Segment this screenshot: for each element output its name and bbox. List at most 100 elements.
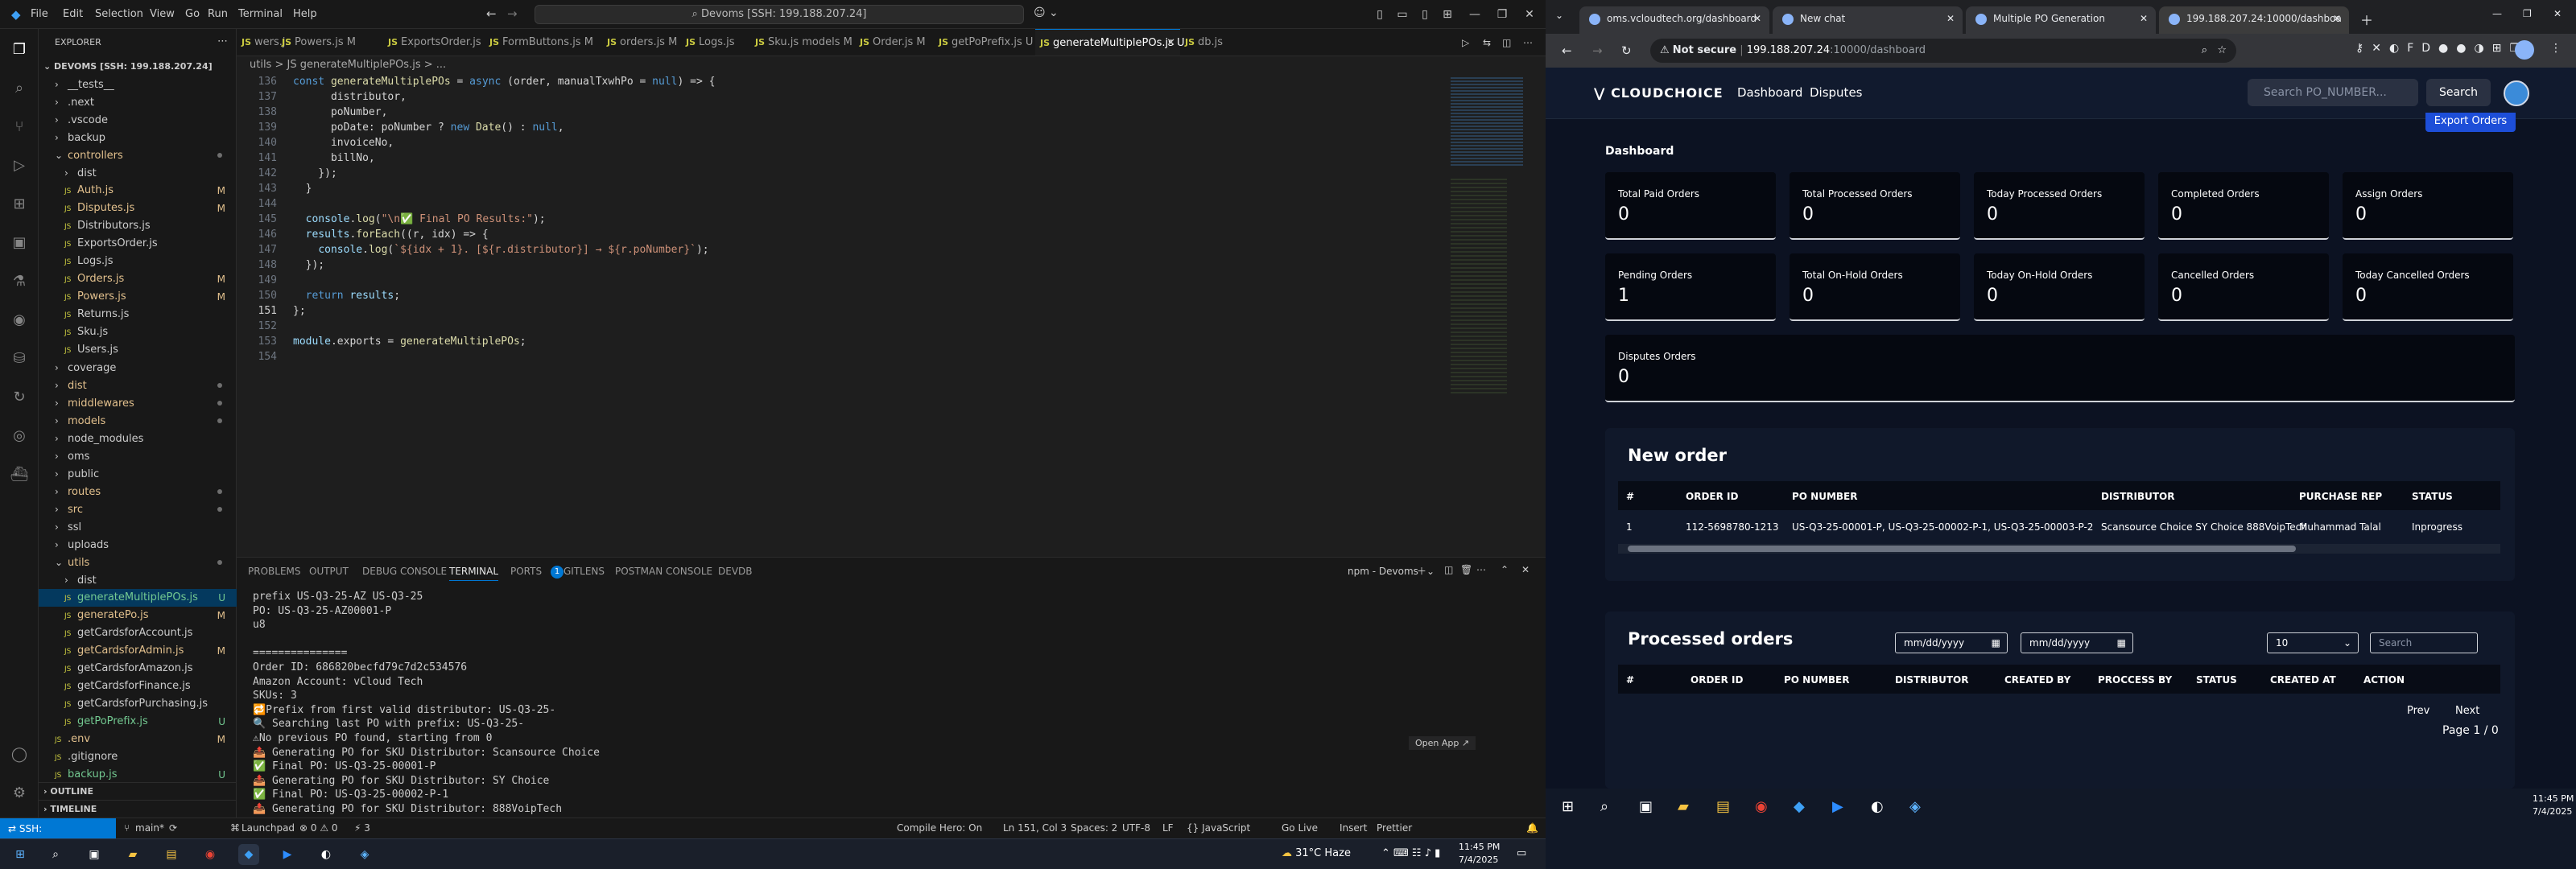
postman-icon[interactable]: ◎	[10, 426, 29, 446]
live-share-icon[interactable]: ↻	[10, 388, 29, 407]
editor-tab[interactable]: JS db.js	[1180, 29, 1232, 56]
tree-file[interactable]: JS generatePo.js M	[39, 607, 237, 624]
tree-folder[interactable]: › __tests__	[39, 76, 237, 93]
panel-tab-terminal[interactable]: TERMINAL	[449, 566, 499, 581]
editor-tab[interactable]: JS orders.js M	[602, 29, 681, 56]
branch-icon[interactable]: ⑂	[124, 822, 130, 834]
tree-file[interactable]: JS Sku.js	[39, 323, 237, 341]
tree-file[interactable]: JS Powers.js M	[39, 288, 237, 306]
editor-tab[interactable]: JS Order.js M	[855, 29, 934, 56]
menu-go[interactable]: Go	[185, 8, 200, 20]
address-bar[interactable]: ⚠ Not secure | 199.188.207.24:10000/dash…	[1650, 39, 2236, 63]
browser-tab[interactable]: 199.188.207.24:10000/dashboa ✕	[2159, 6, 2349, 34]
zoom-icon[interactable]: ▶	[1832, 798, 1843, 815]
editor-tab[interactable]: JS generateMultiplePOs.js U ✕	[1035, 29, 1185, 56]
horizontal-scrollbar[interactable]	[1618, 544, 2500, 554]
remote-explorer-icon[interactable]: ▣	[10, 233, 29, 253]
menu-dots-icon[interactable]: ⋮	[2550, 42, 2562, 55]
remote-indicator[interactable]: ⇄ SSH: 199.188.207.24	[0, 818, 116, 855]
menu-edit[interactable]: Edit	[63, 8, 83, 20]
gitlens-icon[interactable]: ◉	[10, 311, 29, 330]
store-icon[interactable]: ▤	[161, 844, 182, 865]
tree-folder[interactable]: › middlewares	[39, 394, 237, 412]
panel-tab-ports[interactable]: PORTS	[510, 566, 542, 577]
stat-card[interactable]: Cancelled Orders 0	[2158, 253, 2329, 321]
clock-time[interactable]: 11:45 PM	[1459, 842, 1500, 852]
docker-icon[interactable]: ⛴	[10, 465, 29, 484]
more-actions-icon[interactable]: ⋯	[217, 35, 228, 47]
tab-search-icon[interactable]: ⌄	[1555, 10, 1563, 21]
status-item[interactable]: Compile Hero: On	[897, 822, 982, 834]
tree-file[interactable]: JS generateMultiplePOs.js U	[39, 589, 237, 607]
problems-indicator[interactable]: ⊗ 0 ⚠ 0	[299, 822, 338, 834]
vscode-taskbar-icon[interactable]: ◆	[238, 844, 259, 865]
next-button[interactable]: Next	[2455, 705, 2479, 717]
git-branch[interactable]: main*	[135, 822, 164, 834]
code-line[interactable]: return results;	[293, 288, 400, 303]
windows-start-icon[interactable]: ⊞	[1562, 798, 1574, 815]
tree-folder[interactable]: › backup	[39, 129, 237, 146]
windows-start-icon[interactable]: ⊞	[10, 844, 31, 865]
logo[interactable]: ⋁ CLOUDCHOICE	[1594, 85, 1724, 101]
tree-file[interactable]: JS Logs.js	[39, 253, 237, 270]
maximize-panel-icon[interactable]: ⌃	[1501, 564, 1509, 575]
browser-tab[interactable]: New chat ✕	[1773, 6, 1963, 34]
code-line[interactable]: distributor,	[293, 89, 407, 105]
chrome-icon[interactable]: ◉	[1755, 798, 1768, 815]
tree-file[interactable]: JS getCardsforAdmin.js M	[39, 642, 237, 660]
code-line[interactable]: poDate: poNumber ? new Date() : null,	[293, 120, 564, 135]
panel-tab-output[interactable]: OUTPUT	[309, 566, 349, 577]
browser-tab[interactable]: oms.vcloudtech.org/dashboard ✕	[1579, 6, 1769, 34]
close-tab-icon[interactable]: ✕	[2140, 6, 2148, 31]
split-terminal-icon[interactable]: ◫	[1444, 564, 1453, 575]
tree-file[interactable]: JS Disputes.js M	[39, 200, 237, 217]
tree-folder[interactable]: › uploads	[39, 536, 237, 554]
search-icon[interactable]: ⌕	[1600, 798, 1608, 815]
end-date-input[interactable]: mm/dd/yyyy ▦	[2021, 632, 2133, 653]
close-tab-icon[interactable]: ✕	[1753, 6, 1761, 31]
launchpad-icon[interactable]: ⌘	[230, 822, 240, 834]
new-tab-icon[interactable]: ＋	[2360, 10, 2373, 29]
close-panel-icon[interactable]: ✕	[1521, 564, 1530, 575]
database-icon[interactable]: ⛁	[10, 349, 29, 369]
stat-card[interactable]: Total Processed Orders 0	[1790, 172, 1960, 240]
processed-search-input[interactable]: Search	[2370, 632, 2478, 653]
tree-folder[interactable]: › coverage	[39, 359, 237, 377]
app-icon[interactable]: ◐	[316, 844, 336, 865]
add-terminal-icon[interactable]: ＋⌄	[1417, 564, 1435, 578]
minimize-icon[interactable]: —	[2492, 8, 2502, 19]
clock-date[interactable]: 7/4/2025	[1459, 855, 1498, 865]
page-size-select[interactable]: 10 ⌄	[2267, 632, 2359, 653]
zoom-icon[interactable]: ⌕	[2202, 39, 2207, 63]
tree-folder[interactable]: › dist	[39, 571, 237, 589]
bookmark-star-icon[interactable]: ☆	[2217, 39, 2227, 63]
tree-folder[interactable]: ⌄ controllers	[39, 146, 237, 164]
testing-icon[interactable]: ⚗	[10, 272, 29, 291]
status-item[interactable]: Prettier	[1377, 822, 1412, 834]
code-line[interactable]: module.exports = generateMultiplePOs;	[293, 334, 526, 349]
panel-tab-debug-console[interactable]: DEBUG CONSOLE	[362, 566, 447, 577]
code-line[interactable]: results.forEach((r, idx) => {	[293, 227, 489, 242]
tree-file[interactable]: JS getPoPrefix.js U	[39, 713, 237, 731]
layout-sidebar-icon[interactable]: ▯	[1368, 5, 1391, 24]
editor-tab[interactable]: JS ExportsOrder.js	[383, 29, 485, 56]
tree-file[interactable]: JS ExportsOrder.js	[39, 235, 237, 253]
code-line[interactable]: const generateMultiplePOs = async (order…	[293, 74, 715, 89]
run-debug-icon[interactable]: ▷	[10, 156, 29, 175]
editor-tab[interactable]: JS Powers.js M	[277, 29, 383, 56]
tree-folder[interactable]: › models	[39, 412, 237, 430]
start-date-input[interactable]: mm/dd/yyyy ▦	[1895, 632, 2008, 653]
tree-folder[interactable]: › dist	[39, 377, 237, 394]
forward-arrow-icon[interactable]: →	[1592, 43, 1603, 58]
trash-icon[interactable]: 🗑	[1460, 564, 1472, 575]
copilot-icon[interactable]: ☺ ⌄	[1034, 6, 1059, 19]
status-item[interactable]: UTF-8	[1122, 822, 1150, 834]
tree-folder[interactable]: › dist	[39, 164, 237, 182]
close-tab-icon[interactable]: ✕	[1946, 6, 1955, 31]
tree-folder[interactable]: › routes	[39, 483, 237, 500]
notification-icon[interactable]: ▭	[1517, 847, 1526, 859]
layout-secondary-icon[interactable]: ▯	[1414, 5, 1436, 24]
launchpad-button[interactable]: Launchpad	[242, 822, 295, 834]
extensions-icon[interactable]: ⊞	[10, 195, 29, 214]
tree-folder[interactable]: › src	[39, 500, 237, 518]
